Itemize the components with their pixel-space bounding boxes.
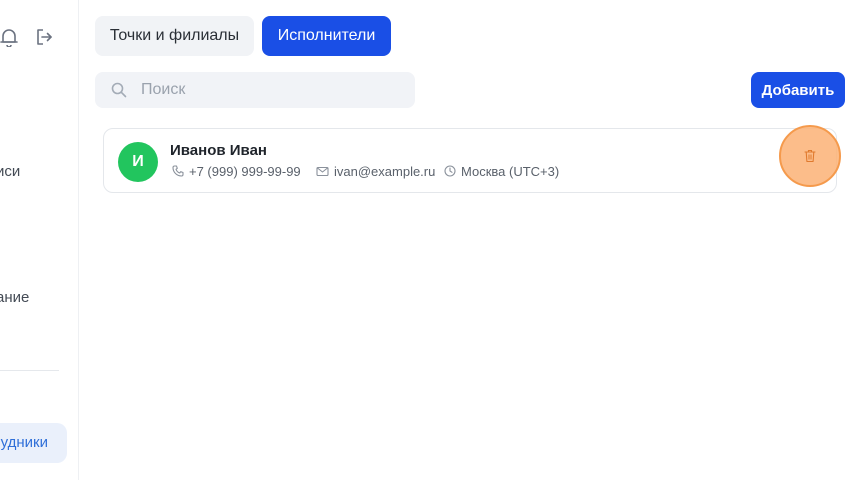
- performer-timezone-text: Москва (UTC+3): [461, 163, 560, 179]
- logout-icon[interactable]: [33, 26, 55, 48]
- main-content: Точки и филиалы Исполнители Добавить И И…: [79, 0, 861, 480]
- sidebar: иси ание удники: [0, 0, 79, 480]
- clock-icon: [444, 165, 456, 177]
- phone-icon: [172, 165, 184, 177]
- add-performer-button[interactable]: Добавить: [751, 72, 845, 108]
- search-input[interactable]: [139, 72, 409, 108]
- performer-card[interactable]: И Иванов Иван +7 (999) 999-99-99 ivan@ex…: [103, 128, 837, 193]
- sidebar-top-icons: [0, 26, 78, 50]
- trash-icon: [804, 149, 816, 163]
- sidebar-divider: [0, 370, 59, 371]
- avatar: И: [118, 142, 158, 182]
- sidebar-item-partial-1[interactable]: иси: [0, 163, 20, 180]
- performer-name: Иванов Иван: [170, 142, 267, 159]
- performer-timezone: Москва (UTC+3): [444, 163, 559, 179]
- performer-phone-text: +7 (999) 999-99-99: [189, 163, 301, 179]
- performer-phone: +7 (999) 999-99-99: [172, 163, 301, 179]
- performer-email: ivan@example.ru: [316, 163, 435, 179]
- tab-performers[interactable]: Исполнители: [262, 16, 391, 56]
- tab-branches[interactable]: Точки и филиалы: [95, 16, 254, 56]
- delete-performer-button[interactable]: [779, 125, 841, 187]
- mail-icon: [316, 166, 329, 176]
- bell-icon[interactable]: [0, 26, 20, 48]
- sidebar-item-partial-2[interactable]: ание: [0, 289, 29, 306]
- sidebar-item-employees[interactable]: удники: [0, 423, 67, 463]
- search-icon: [110, 81, 128, 99]
- performer-email-text: ivan@example.ru: [334, 163, 436, 179]
- sidebar-item-employees-label: удники: [0, 434, 48, 451]
- search-box: [95, 72, 415, 108]
